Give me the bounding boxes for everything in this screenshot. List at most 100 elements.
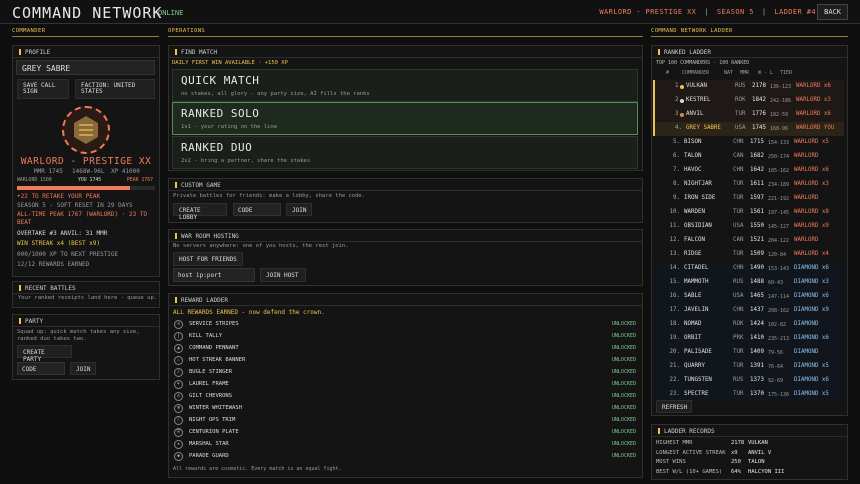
ladder-tier: DIAMOND x6 [794, 293, 829, 299]
ladder-row[interactable]: 17. JAVELIN CHN 1437 208-162 DIAMOND x9 [653, 304, 844, 318]
quick-match-title: QUICK MATCH [181, 74, 260, 87]
record-holder: TALON [748, 459, 765, 465]
ladder-rank: 23. [669, 391, 680, 397]
ladder-row[interactable]: 1. VULKAN RUS 2178 136-123 WARLORD x6 [653, 80, 844, 94]
call-sign-input[interactable]: GREY SABRE [16, 60, 155, 75]
ladder-row[interactable]: 14. CITADEL CHN 1490 153-143 DIAMOND x6 [653, 262, 844, 276]
ladder-mmr: 1490 [750, 265, 764, 271]
refresh-ladder-button[interactable]: REFRESH [656, 400, 692, 413]
ladder-mmr: 1521 [750, 237, 764, 243]
ladder-tier: WARLORD x9 [794, 223, 829, 229]
ladder-wl: 250-174 [768, 154, 790, 160]
flame-icon: ♨ [174, 356, 183, 365]
ladder-nat: CHN [733, 167, 744, 173]
ladder-row[interactable]: 6. TALON CAN 1682 250-174 WARLORD [653, 150, 844, 164]
ranked-ladder-head: RANKED LADDER [652, 46, 847, 58]
party-code-input[interactable]: CODE [17, 362, 65, 375]
ladder-section-label: COMMAND NETWORK LADDER [651, 28, 848, 37]
reward-row: ⛨ CENTURION PLATE UNLOCKED [174, 427, 638, 439]
ladder-nat: CAN [733, 153, 744, 159]
find-match-head: FIND MATCH [169, 46, 642, 58]
ladder-row[interactable]: 5. BISON CHN 1715 154-133 WARLORD x5 [653, 136, 844, 150]
ladder-name: OBSIDIAN [684, 223, 712, 229]
ladder-wl: 136-123 [770, 84, 792, 90]
quick-match-card[interactable]: QUICK MATCH no stakes, all glory - any p… [172, 69, 638, 102]
ladder-rank: 16. [669, 293, 680, 299]
create-lobby-button[interactable]: CREATE LOBBY [173, 203, 227, 221]
bugle-icon: ♪ [174, 368, 183, 377]
ladder-row[interactable]: 11. OBSIDIAN USA 1550 145-127 WARLORD x9 [653, 220, 844, 234]
reward-row: | KILL TALLY UNLOCKED [174, 331, 638, 343]
record-holder: HALCYON III [748, 468, 785, 475]
ladder-rank: 17. [669, 307, 680, 313]
lobby-code-input[interactable]: CODE [233, 203, 281, 216]
mmr-progress-fill [17, 186, 131, 190]
ladder-nat: USA [735, 125, 746, 131]
ladder-tier: WARLORD x6 [796, 111, 831, 117]
ladder-tier: DIAMOND x5 [794, 363, 829, 369]
ladder-mmr: 1682 [750, 153, 764, 159]
lobby-join-button[interactable]: JOIN [286, 203, 312, 216]
faction-select[interactable]: FACTION: UNITED STATES [75, 79, 155, 99]
reward-status: UNLOCKED [611, 393, 636, 399]
ladder-row[interactable]: 21. QUARRY TUR 1391 76-64 DIAMOND x5 [653, 360, 844, 374]
ladder-row[interactable]: 10. WARDEN TUR 1561 197-145 WARLORD x8 [653, 206, 844, 220]
ladder-wl: 92-69 [768, 378, 784, 384]
record-value: x9 [731, 449, 738, 456]
ladder-name: ANVIL [686, 111, 704, 117]
reward-row: ⚘ LAUREL FRAME UNLOCKED [174, 379, 638, 391]
ladder-mmr: 1465 [750, 293, 764, 299]
ladder-position: LADDER #4 [774, 8, 816, 16]
ladder-row[interactable]: 22. TUNGSTEN RUS 1373 92-69 DIAMOND x6 [653, 374, 844, 388]
ranked-solo-card[interactable]: RANKED SOLO 1v1 - your rating on the lin… [172, 102, 638, 135]
back-button[interactable]: BACK [817, 4, 848, 20]
host-for-friends-button[interactable]: HOST FOR FRIENDS [173, 252, 243, 266]
ladder-row[interactable]: 20. PALISADE TUR 1409 79-56 DIAMOND [653, 346, 844, 360]
ladder-rank: 12. [669, 237, 680, 243]
ladder-row[interactable]: 8. NIGHTJAR TUR 1611 234-189 WARLORD x3 [653, 178, 844, 192]
ladder-rank: 21. [669, 363, 680, 369]
ladder-name: FALCON [684, 237, 705, 243]
ladder-mmr: 1437 [750, 307, 764, 313]
ladder-wl: 154-133 [768, 140, 790, 146]
reward-name: PARADE GUARD [189, 453, 229, 459]
ladder-nat: CHN [733, 265, 744, 271]
ladder-nat: USA [733, 293, 744, 299]
ladder-row[interactable]: 13. RIDGE TUR 1509 120-84 WARLORD x4 [653, 248, 844, 262]
laurel-icon: ⚘ [174, 380, 183, 389]
ladder-nat: RUS [735, 83, 746, 89]
ladder-row-you[interactable]: 4. GREY SABRE USA 1745 168-96 WARLORD YOU [653, 122, 844, 136]
reward-status: UNLOCKED [611, 429, 636, 435]
ladder-mmr: 1409 [750, 349, 764, 355]
save-call-sign-button[interactable]: SAVE CALL SIGN [17, 79, 69, 99]
party-join-button[interactable]: JOIN [70, 362, 96, 375]
reward-status: UNLOCKED [611, 357, 636, 363]
ladder-row[interactable]: 15. MAMMOTH RUS 1488 60-43 DIAMOND x3 [653, 276, 844, 290]
ladder-rank: 22. [669, 377, 680, 383]
host-address-input[interactable]: host ip:port [173, 268, 255, 282]
war-room-hint: No servers anywhere: one of you hosts, t… [173, 243, 349, 249]
ranked-duo-card[interactable]: RANKED DUO 2v2 - bring a partner, share … [172, 136, 638, 169]
ladder-mmr: 1509 [750, 251, 764, 257]
join-host-button[interactable]: JOIN HOST [260, 268, 306, 282]
ladder-name: ORBIT [684, 335, 702, 341]
chevron-icon: ∧ [174, 392, 183, 401]
ladder-nat: RUS [733, 377, 744, 383]
operations-section-label: OPERATIONS [168, 28, 643, 37]
ladder-row[interactable]: 19. ORBIT PRK 1410 235-213 DIAMOND x6 [653, 332, 844, 346]
ladder-name: HAVOC [684, 167, 702, 173]
ladder-name: BISON [684, 139, 702, 145]
ladder-wl: 153-143 [768, 266, 790, 272]
ladder-tier: DIAMOND x6 [794, 335, 829, 341]
create-party-button[interactable]: CREATE PARTY [17, 345, 72, 363]
reward-status: UNLOCKED [611, 333, 636, 339]
ladder-row[interactable]: 7. HAVOC CHN 1642 185-162 WARLORD x6 [653, 164, 844, 178]
record-value: 2178 [731, 440, 745, 446]
ladder-row[interactable]: 3. ANVIL TUR 1776 182-59 WARLORD x6 [653, 108, 844, 122]
ladder-rank: 11. [669, 223, 680, 229]
ladder-row[interactable]: 16. SABLE USA 1465 147-114 DIAMOND x6 [653, 290, 844, 304]
ladder-row[interactable]: 18. NOMAD ROK 1424 102-82 DIAMOND [653, 318, 844, 332]
ladder-row[interactable]: 12. FALCON CAN 1521 204-122 WARLORD [653, 234, 844, 248]
ladder-row[interactable]: 9. IRON SIDE TUR 1597 221-192 WARLORD [653, 192, 844, 206]
ladder-row[interactable]: 2. KESTREL ROK 1842 242-186 WARLORD x3 [653, 94, 844, 108]
